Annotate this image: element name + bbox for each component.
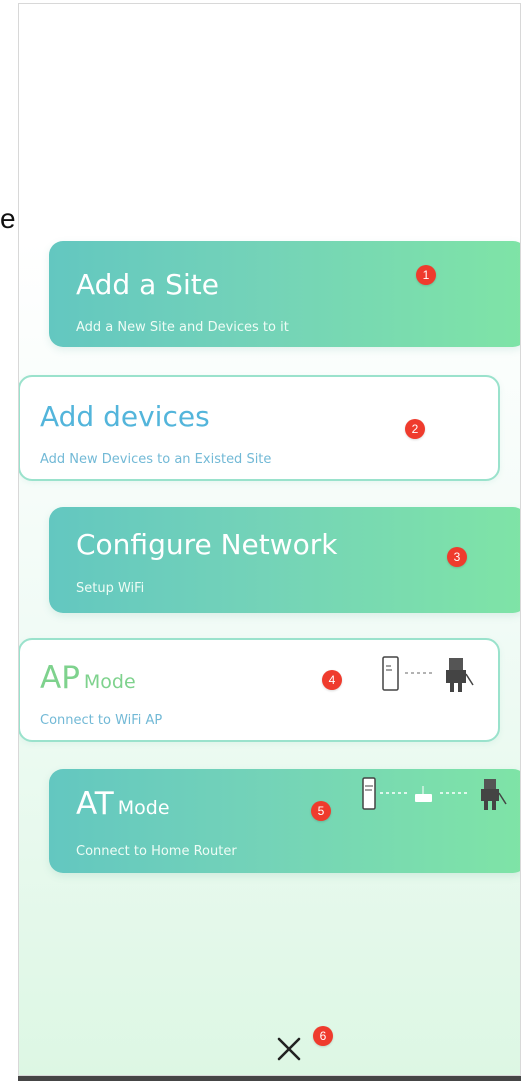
add-devices-card[interactable]: Add devices Add New Devices to an Existe… [19,375,500,481]
add-devices-title: Add devices [40,400,210,433]
card-badge-4: 4 [322,670,342,690]
add-site-title: Add a Site [76,268,219,301]
ap-mode-title: AP Mode [40,663,136,694]
at-mode-title-sub: Mode [117,797,170,819]
ap-mode-subtitle: Connect to WiFi AP [40,713,163,728]
ap-mode-title-sub: Mode [83,671,136,693]
add-site-card[interactable]: Add a Site Add a New Site and Devices to… [49,241,520,347]
add-site-subtitle: Add a New Site and Devices to it [76,320,289,335]
card-badge-2: 2 [405,419,425,439]
bottom-frame-bar [18,1076,521,1081]
edge-text-fragment: e [0,203,16,234]
close-button[interactable] [267,1027,311,1071]
add-devices-subtitle: Add New Devices to an Existed Site [40,452,272,467]
card-badge-5: 5 [311,801,331,821]
at-mode-title: AT Mode [76,789,170,820]
close-badge: 6 [313,1026,333,1046]
at-mode-title-main: AT [76,786,114,822]
ap-mode-illustration [377,655,482,701]
close-icon [277,1037,301,1061]
configure-network-title: Configure Network [76,528,338,561]
card-badge-1: 1 [416,265,436,285]
phone-to-device-icon [382,656,474,692]
card-badge-3: 3 [447,547,467,567]
at-mode-subtitle: Connect to Home Router [76,844,237,859]
phone-router-device-icon [362,777,507,810]
ap-mode-title-main: AP [40,660,80,696]
device-add-menu-screen: Add a Site Add a New Site and Devices to… [18,3,521,1076]
configure-network-subtitle: Setup WiFi [76,581,145,596]
left-page-strip [0,0,18,1081]
at-mode-illustration [360,776,520,820]
